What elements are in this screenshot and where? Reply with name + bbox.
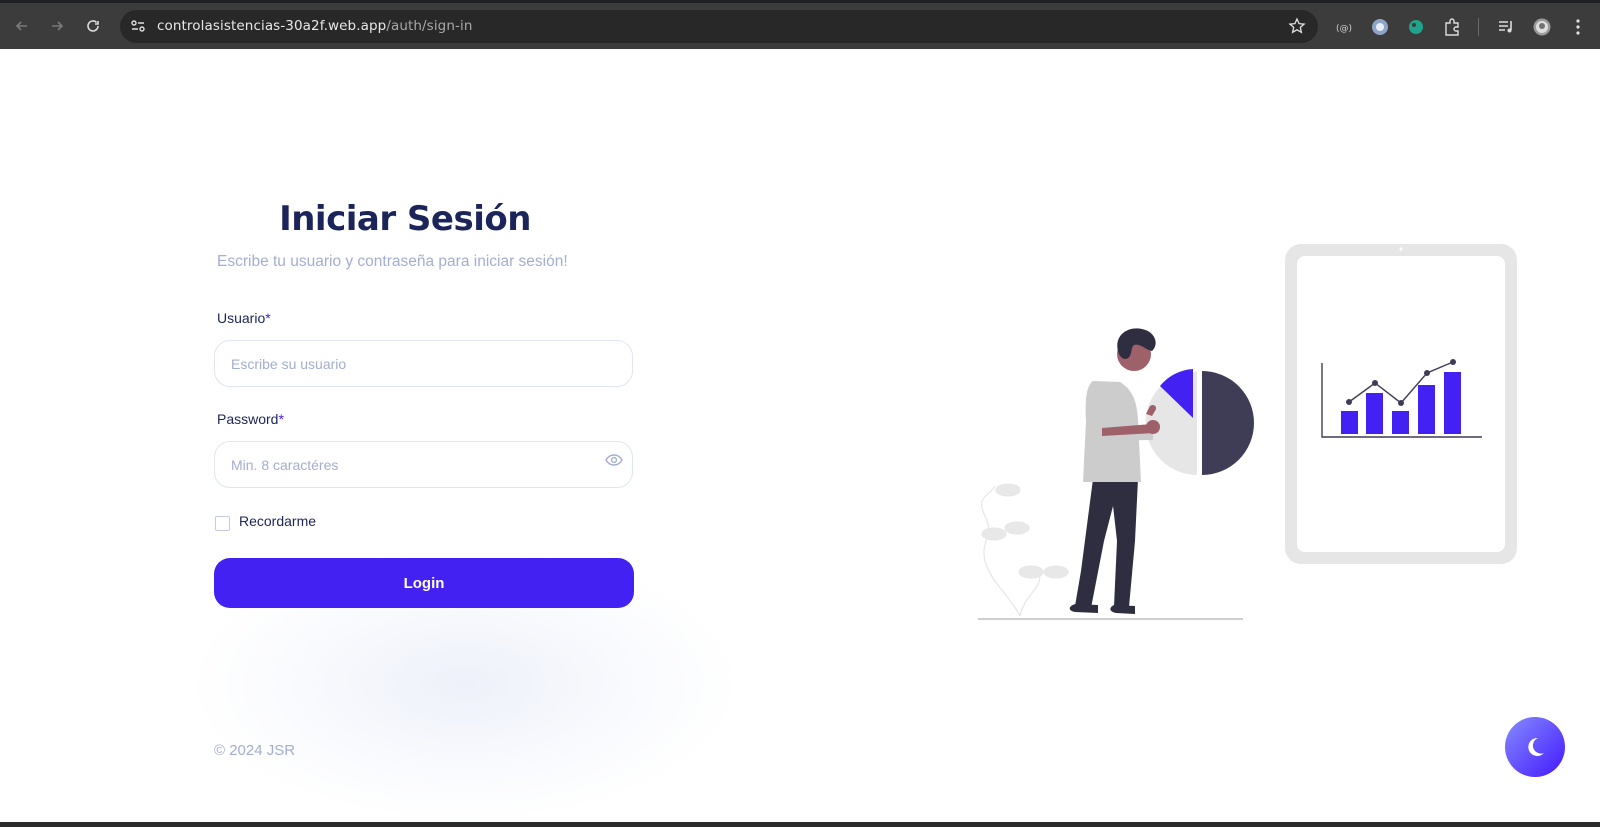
page-title: Iniciar Sesión (279, 199, 531, 239)
plant-graphic (981, 483, 1069, 617)
extension-icon-3[interactable] (1407, 18, 1425, 36)
extension-icon-2[interactable] (1371, 18, 1389, 36)
sign-in-page: Iniciar Sesión Escribe tu usuario y cont… (0, 49, 1600, 822)
toolbar-divider (1478, 18, 1479, 36)
password-label-text: Password (217, 411, 279, 427)
password-input[interactable] (214, 441, 633, 488)
person-graphic (1069, 328, 1160, 614)
back-icon[interactable] (12, 16, 32, 36)
username-required-mark: * (265, 310, 271, 326)
extensions-puzzle-icon[interactable] (1443, 18, 1461, 36)
forward-icon[interactable] (47, 16, 67, 36)
media-controls-icon[interactable] (1497, 18, 1515, 36)
footer-copyright: © 2024 JSR (214, 742, 296, 759)
site-settings-icon[interactable] (130, 18, 146, 34)
taskbar-edge (0, 822, 1600, 827)
page-subtitle: Escribe tu usuario y contraseña para ini… (217, 253, 568, 270)
profile-avatar-icon[interactable] (1533, 18, 1551, 36)
show-password-eye-icon[interactable] (605, 453, 623, 467)
pie-chart-graphic (1145, 369, 1254, 475)
username-input[interactable] (214, 340, 633, 387)
url-path: /auth/sign-in (386, 18, 473, 34)
url-host: controlasistencias-30a2f.web.app (157, 18, 387, 34)
browser-toolbar: controlasistencias-30a2f.web.app/auth/si… (0, 0, 1600, 49)
login-button[interactable]: Login (214, 558, 634, 608)
dark-mode-toggle[interactable] (1505, 717, 1565, 777)
extension-icon-1[interactable]: (@) (1334, 18, 1352, 36)
reload-icon[interactable] (83, 16, 103, 36)
bookmark-star-icon[interactable] (1288, 17, 1306, 35)
svg-text:(@): (@) (1336, 24, 1352, 34)
username-label: Usuario* (217, 310, 271, 326)
password-label: Password* (217, 411, 284, 427)
analytics-illustration (978, 244, 1517, 620)
remember-me-checkbox[interactable] (215, 516, 230, 531)
moon-icon (1528, 737, 1544, 756)
password-required-mark: * (278, 411, 284, 427)
username-label-text: Usuario (217, 310, 266, 326)
browser-menu-icon[interactable] (1569, 18, 1587, 36)
remember-me-label[interactable]: Recordarme (239, 513, 316, 529)
tablet-graphic (1285, 244, 1517, 564)
url-text[interactable]: controlasistencias-30a2f.web.app/auth/si… (157, 18, 472, 34)
address-bar[interactable]: controlasistencias-30a2f.web.app/auth/si… (120, 10, 1318, 43)
